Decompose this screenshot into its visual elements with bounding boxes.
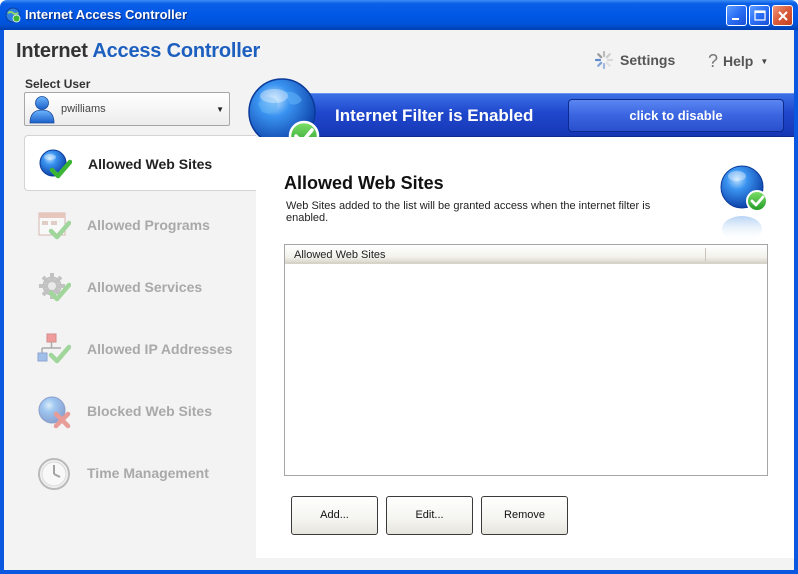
sidebar-item-blocked-web-sites[interactable]: Blocked Web Sites: [24, 383, 256, 439]
edit-button[interactable]: Edit...: [386, 496, 473, 535]
help-label: Help: [723, 53, 754, 69]
list-header: Allowed Web Sites: [285, 245, 767, 264]
close-icon: [778, 11, 788, 21]
globe-check-icon: [720, 165, 768, 242]
user-avatar-icon: [29, 96, 55, 124]
window-frame-right: [794, 30, 798, 574]
title-bar[interactable]: Internet Access Controller: [0, 0, 798, 30]
filter-status-text: Internet Filter is Enabled: [335, 106, 534, 125]
sidebar-item-label: Allowed Programs: [87, 217, 210, 233]
add-button[interactable]: Add...: [291, 496, 378, 535]
chevron-down-icon: ▼: [216, 105, 224, 114]
sidebar-item-label: Allowed Services: [87, 279, 203, 295]
select-user-label: Select User: [25, 77, 91, 91]
sidebar-item-allowed-web-sites[interactable]: Allowed Web Sites: [24, 135, 256, 191]
clock-icon: [38, 458, 70, 490]
allowed-sites-list[interactable]: Allowed Web Sites: [284, 244, 768, 476]
spinner-settings-icon: [594, 50, 614, 70]
disable-filter-button[interactable]: click to disable: [568, 99, 784, 132]
chevron-down-icon: ▼: [760, 56, 769, 66]
column-header-allowed-web-sites[interactable]: Allowed Web Sites: [294, 249, 386, 261]
page-description: Web Sites added to the list will be gran…: [286, 200, 651, 224]
window-title: Internet Access Controller: [25, 7, 188, 22]
app-globe-icon: [5, 7, 21, 23]
main-panel: Allowed Web Sites Web Sites added to the…: [256, 137, 794, 558]
globe-check-icon: [39, 149, 72, 179]
filter-status-banner: Internet Filter is Enabled click to disa…: [310, 93, 794, 137]
selected-user: pwilliams: [61, 103, 106, 115]
remove-button[interactable]: Remove: [481, 496, 568, 535]
bottom-strip: [256, 558, 794, 570]
globe-x-icon: [38, 396, 71, 429]
minimize-button[interactable]: [726, 5, 747, 26]
settings-label: Settings: [620, 52, 676, 68]
page-title: Allowed Web Sites: [284, 173, 444, 193]
sidebar-item-label: Time Management: [87, 465, 209, 481]
network-check-icon: [37, 333, 71, 364]
sidebar-item-time-management[interactable]: Time Management: [24, 445, 256, 501]
app-title: Internet Access Controller: [16, 40, 261, 62]
sidebar-item-label: Allowed IP Addresses: [87, 341, 233, 357]
column-separator[interactable]: [705, 248, 706, 261]
sidebar-nav: Allowed Web Sites Allowed Programs Allow…: [4, 133, 256, 570]
window-frame-bottom: [0, 570, 798, 574]
user-dropdown[interactable]: pwilliams ▼: [24, 92, 230, 126]
sidebar-item-allowed-services[interactable]: Allowed Services: [24, 259, 256, 315]
sidebar-item-allowed-programs[interactable]: Allowed Programs: [24, 197, 256, 253]
maximize-icon: [754, 10, 766, 21]
sidebar-item-label: Blocked Web Sites: [87, 403, 213, 419]
close-button[interactable]: [772, 5, 793, 26]
sidebar-item-allowed-ip-addresses[interactable]: Allowed IP Addresses: [24, 321, 256, 377]
maximize-button[interactable]: [749, 5, 770, 26]
client-area: Internet Access Controller Settings ? He…: [4, 30, 794, 570]
help-menu[interactable]: ? Help ▼: [708, 51, 768, 71]
question-mark-icon: ?: [708, 50, 719, 71]
settings-link[interactable]: Settings: [594, 50, 675, 70]
sidebar-item-label: Allowed Web Sites: [88, 156, 213, 172]
program-window-check-icon: [38, 212, 71, 240]
gear-check-icon: [39, 273, 71, 302]
minimize-icon: [732, 18, 739, 20]
